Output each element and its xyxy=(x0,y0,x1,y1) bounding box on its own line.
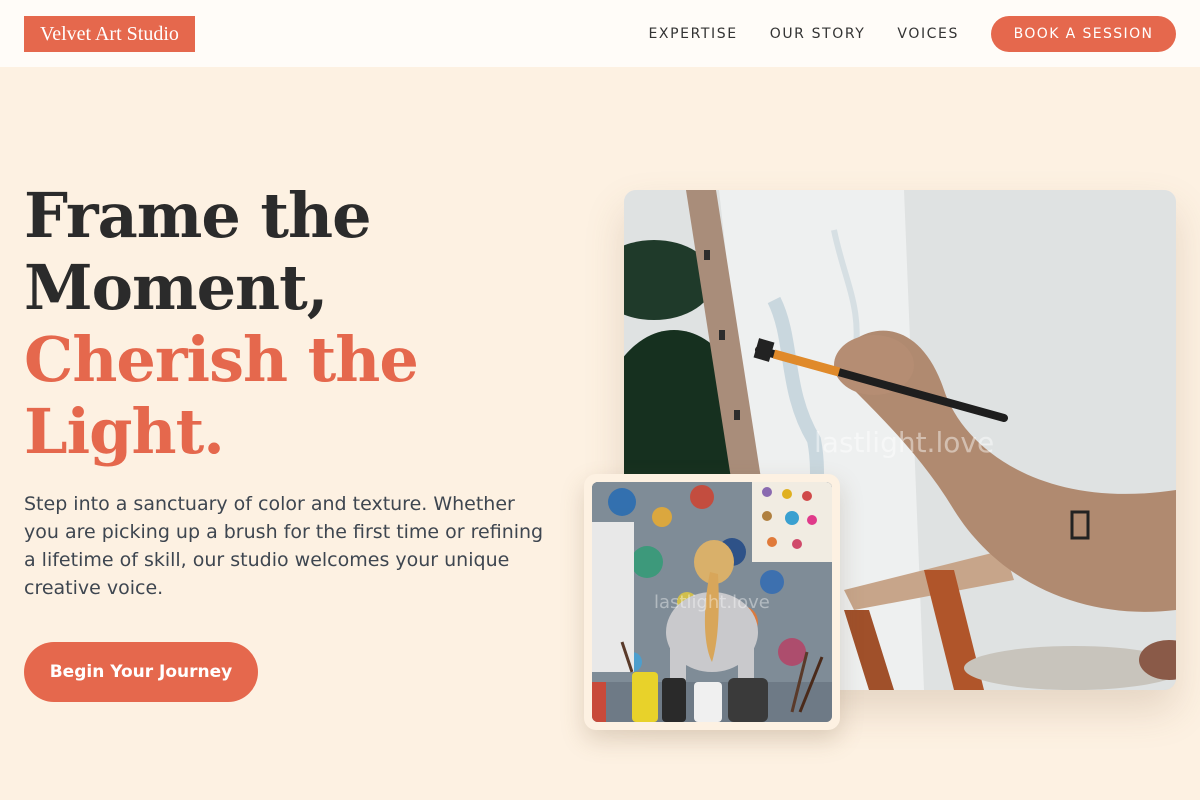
hero-title-line-3: Cherish the xyxy=(24,323,419,396)
begin-journey-button[interactable]: Begin Your Journey xyxy=(24,642,258,702)
hero-inset-image: lastlight.love xyxy=(592,482,832,722)
main-nav: EXPERTISE OUR STORY VOICES BOOK A SESSIO… xyxy=(648,15,1176,52)
hero-description: Step into a sanctuary of color and textu… xyxy=(24,493,544,599)
hero-inset-frame: lastlight.love xyxy=(584,474,840,730)
book-session-button[interactable]: BOOK A SESSION xyxy=(991,15,1176,52)
nav-link-our-story[interactable]: OUR STORY xyxy=(770,26,866,42)
child-painting-photo-icon xyxy=(592,482,832,722)
hero-title-line-1: Frame the xyxy=(24,179,372,252)
hero-title-line-4: Light. xyxy=(24,395,225,468)
nav-link-expertise[interactable]: EXPERTISE xyxy=(648,26,737,42)
logo[interactable]: Velvet Art Studio xyxy=(24,15,195,52)
hero-title-line-2: Moment, xyxy=(24,251,328,324)
nav-link-voices[interactable]: VOICES xyxy=(897,26,959,42)
hero-title: Frame the Moment, Cherish the Light. xyxy=(24,179,419,468)
site-header: Velvet Art Studio EXPERTISE OUR STORY VO… xyxy=(0,0,1200,67)
